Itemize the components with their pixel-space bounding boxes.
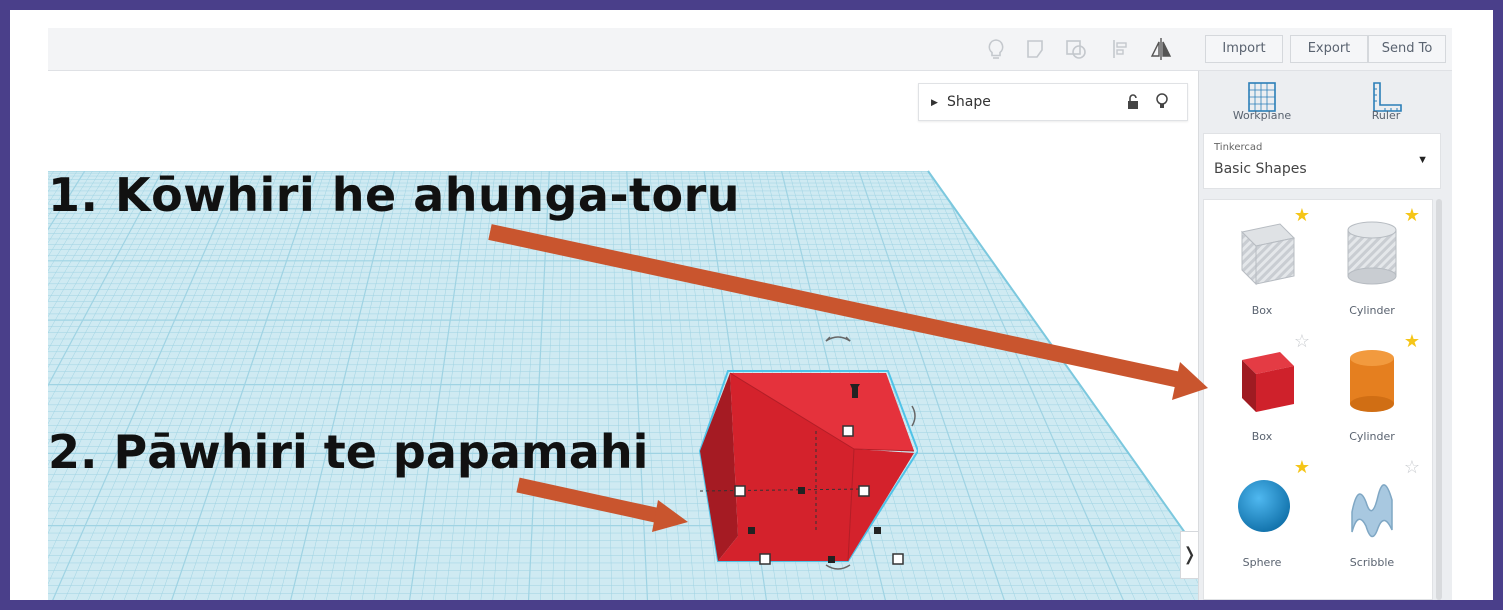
workplane-viewport[interactable]: ▶ Shape ❭	[48, 71, 1198, 600]
resize-handle[interactable]	[734, 485, 746, 497]
shape-tile-scribble[interactable]: ☆ Scribble	[1318, 456, 1426, 576]
shape-label: Cylinder	[1349, 430, 1395, 443]
rotate-handle[interactable]	[825, 564, 851, 570]
ruler-label: Ruler	[1371, 109, 1401, 122]
import-button[interactable]: Import	[1205, 35, 1283, 63]
resize-handle[interactable]	[759, 553, 771, 565]
favorite-star-icon[interactable]: ★	[1294, 206, 1310, 224]
send-to-button[interactable]: Send To	[1368, 35, 1446, 63]
shape-panel-title: Shape	[947, 94, 991, 110]
library-selected: Basic Shapes	[1214, 161, 1307, 177]
shapes-scrollbar[interactable]	[1436, 199, 1442, 600]
favorite-star-icon[interactable]: ★	[1404, 332, 1420, 350]
top-toolbar: Import Export Send To	[48, 28, 1452, 71]
shape-library-dropdown[interactable]: Tinkercad Basic Shapes ▼	[1203, 133, 1441, 189]
collapse-panel-tab[interactable]: ❭	[1180, 531, 1198, 579]
dropdown-arrow-icon: ▼	[1417, 154, 1428, 166]
box-icon	[1242, 352, 1294, 412]
lightbulb-icon[interactable]	[1155, 93, 1169, 111]
selected-box-shape[interactable]	[678, 331, 918, 571]
shape-label: Sphere	[1242, 556, 1282, 569]
shape-tile-cylinder-hole[interactable]: ★ Cylinder	[1318, 204, 1426, 324]
step-2-caption: 2. Pāwhiri te papamahi	[48, 425, 649, 479]
resize-handle[interactable]	[892, 553, 904, 565]
shape-label: Box	[1251, 430, 1273, 443]
rotate-handle[interactable]	[911, 405, 916, 427]
right-sidebar: Workplane Ruler Tinkercad Basic Shapes ▼	[1198, 71, 1452, 600]
lock-icon[interactable]	[1125, 93, 1141, 111]
expand-caret-icon[interactable]: ▶	[931, 97, 938, 108]
tinkercad-window: Import Export Send To ▶ Shape ❭ Workplan…	[48, 28, 1452, 600]
shape-label: Scribble	[1349, 556, 1395, 569]
favorite-star-icon[interactable]: ★	[1294, 458, 1310, 476]
mirror-icon[interactable]	[1148, 36, 1174, 62]
shape-tile-cylinder[interactable]: ★ Cylinder	[1318, 330, 1426, 450]
shape-label: Box	[1251, 304, 1273, 317]
shape-tile-box[interactable]: ☆ Box	[1208, 330, 1316, 450]
resize-handle[interactable]	[842, 425, 854, 437]
ungroup-icon[interactable]	[1063, 36, 1089, 62]
group-icon[interactable]	[1023, 36, 1049, 62]
workplane-label: Workplane	[1232, 109, 1292, 122]
shapes-grid: ★ Box ★ Cylinder ☆ Box ★ Cylinder ★ Sphe…	[1203, 199, 1433, 600]
step-1-caption: 1. Kōwhiri he ahunga-toru	[48, 168, 741, 222]
shape-label: Cylinder	[1349, 304, 1395, 317]
lightbulb-icon[interactable]	[983, 36, 1009, 62]
shape-tile-sphere[interactable]: ★ Sphere	[1208, 456, 1316, 576]
library-source: Tinkercad	[1214, 142, 1263, 153]
workplane-grid[interactable]	[48, 71, 1198, 600]
box-hole-icon	[1240, 223, 1296, 286]
cylinder-icon	[1350, 350, 1394, 412]
favorite-star-icon[interactable]: ☆	[1294, 332, 1310, 350]
resize-handle[interactable]	[858, 485, 870, 497]
scribble-icon	[1351, 484, 1393, 538]
favorite-star-icon[interactable]: ★	[1404, 206, 1420, 224]
export-button[interactable]: Export	[1290, 35, 1368, 63]
sphere-icon	[1238, 480, 1290, 532]
favorite-star-icon[interactable]: ☆	[1404, 458, 1420, 476]
align-icon[interactable]	[1108, 36, 1134, 62]
shape-inspector-panel[interactable]: ▶ Shape	[918, 83, 1188, 121]
cylinder-hole-icon	[1347, 221, 1397, 285]
slide-frame: Import Export Send To ▶ Shape ❭ Workplan…	[10, 10, 1493, 600]
shape-tile-box-hole[interactable]: ★ Box	[1208, 204, 1316, 324]
